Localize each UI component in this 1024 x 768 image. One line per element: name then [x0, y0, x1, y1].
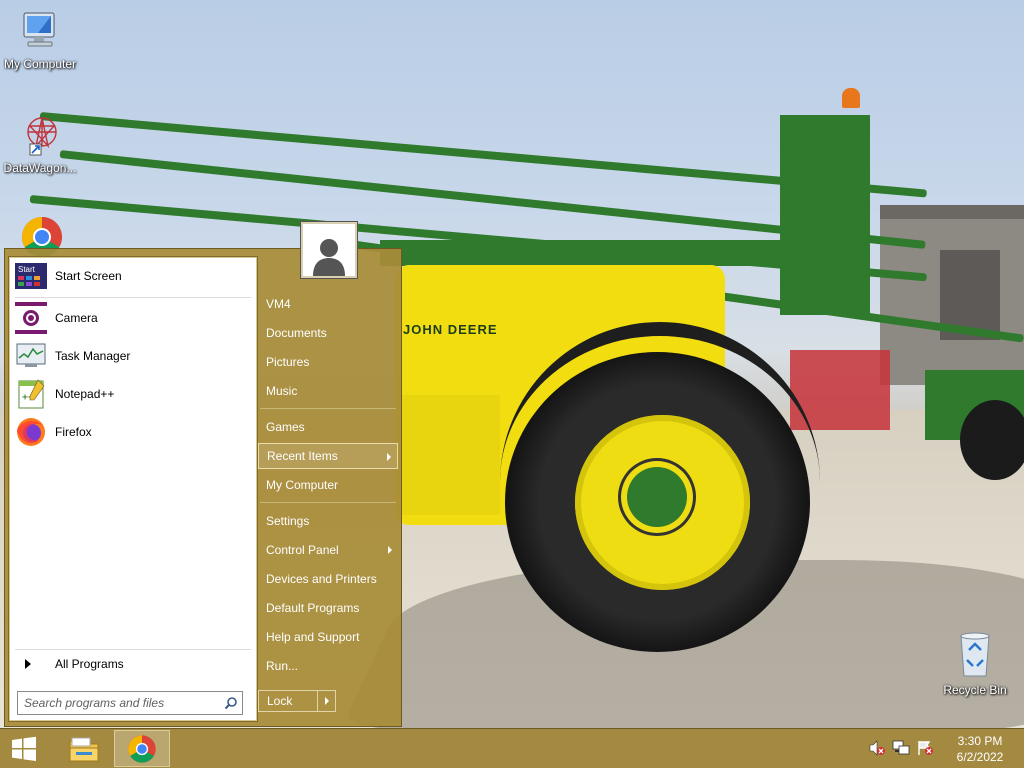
music-link[interactable]: Music — [258, 378, 398, 404]
submenu-arrow-icon — [388, 546, 392, 554]
desktop-icon-my-computer[interactable]: My Computer — [0, 10, 80, 71]
lock-options-button[interactable] — [318, 690, 336, 712]
all-programs-label: All Programs — [55, 657, 124, 671]
games-link[interactable]: Games — [258, 414, 398, 440]
system-tray — [868, 739, 934, 760]
start-menu: Start Start Screen Camera Task Manager +… — [4, 222, 402, 727]
my-computer-icon — [0, 10, 80, 55]
desktop-icon-label: My Computer — [3, 57, 77, 71]
documents-link[interactable]: Documents — [258, 320, 398, 346]
program-label: Task Manager — [55, 349, 131, 363]
pictures-link[interactable]: Pictures — [258, 349, 398, 375]
taskbar-clock[interactable]: 3:30 PM 6/2/2022 — [936, 733, 1024, 765]
program-label: Notepad++ — [55, 387, 115, 401]
settings-link[interactable]: Settings — [258, 508, 398, 534]
run-link[interactable]: Run... — [258, 653, 398, 679]
start-button[interactable] — [0, 729, 48, 768]
user-folder-link[interactable]: VM4 — [258, 291, 398, 317]
my-computer-label: My Computer — [266, 478, 339, 492]
program-task-manager[interactable]: Task Manager — [15, 339, 251, 373]
program-label: Firefox — [55, 425, 92, 439]
devices-printers-link[interactable]: Devices and Printers — [258, 566, 398, 592]
lock-button[interactable]: Lock — [258, 690, 318, 712]
default-programs-label: Default Programs — [266, 601, 360, 615]
submenu-arrow-icon — [387, 453, 391, 461]
user-name-label: VM4 — [266, 297, 291, 311]
wallpaper-tank-lower — [400, 395, 500, 515]
devices-printers-label: Devices and Printers — [266, 572, 377, 586]
taskbar-file-explorer[interactable] — [56, 730, 112, 767]
separator — [260, 408, 396, 409]
clock-time: 3:30 PM — [957, 734, 1003, 748]
settings-label: Settings — [266, 514, 310, 528]
wallpaper-beacon — [842, 88, 860, 108]
documents-label: Documents — [266, 326, 327, 340]
separator — [15, 297, 251, 298]
notepad-plus-plus-icon: ++ — [15, 379, 47, 409]
help-support-label: Help and Support — [266, 630, 360, 644]
lock-label: Lock — [267, 694, 293, 708]
separator — [260, 502, 396, 503]
control-panel-label: Control Panel — [266, 543, 339, 557]
games-label: Games — [266, 420, 305, 434]
pictures-label: Pictures — [266, 355, 310, 369]
desktop-icon-label: Recycle Bin — [943, 683, 1007, 697]
search-icon[interactable] — [220, 692, 242, 714]
program-label: Camera — [55, 311, 98, 325]
clock-date: 6/2/2022 — [956, 750, 1004, 764]
arrow-right-icon — [324, 697, 329, 705]
file-explorer-icon — [69, 737, 99, 761]
start-menu-programs-pane: Start Start Screen Camera Task Manager +… — [8, 256, 258, 722]
windows-logo-icon — [12, 736, 36, 761]
firefox-icon — [15, 418, 47, 446]
user-avatar[interactable] — [301, 222, 357, 278]
recent-items-label: Recent Items — [267, 449, 338, 463]
recycle-bin-icon — [935, 630, 1015, 681]
wallpaper-brand-text: JOHN DEERE — [403, 322, 498, 337]
task-manager-icon — [15, 342, 47, 370]
my-computer-link[interactable]: My Computer — [258, 472, 398, 498]
desktop-icon-recycle-bin[interactable]: Recycle Bin — [935, 630, 1015, 697]
search-box[interactable] — [17, 691, 243, 715]
program-notepad-plus-plus[interactable]: ++ Notepad++ — [15, 377, 251, 411]
music-label: Music — [266, 384, 298, 398]
all-programs-button[interactable]: All Programs — [15, 652, 251, 676]
user-silhouette-icon — [307, 232, 351, 276]
volume-muted-icon[interactable] — [868, 739, 886, 760]
wallpaper-mast — [780, 115, 870, 315]
run-label: Run... — [266, 659, 299, 673]
datawagon-icon — [0, 112, 80, 159]
separator — [15, 649, 251, 650]
program-start-screen[interactable]: Start Start Screen — [15, 259, 251, 293]
chrome-icon — [128, 734, 156, 763]
start-tile-text: Start — [18, 265, 36, 274]
program-firefox[interactable]: Firefox — [15, 415, 251, 449]
wallpaper-frame — [380, 240, 800, 266]
start-screen-icon: Start — [15, 262, 47, 290]
taskbar: 3:30 PM 6/2/2022 — [0, 728, 1024, 768]
camera-icon — [15, 302, 47, 334]
program-label: Start Screen — [55, 269, 122, 283]
desktop-icon-label: DataWagon... — [3, 161, 77, 175]
taskbar-chrome[interactable] — [114, 730, 170, 767]
recent-items-link[interactable]: Recent Items — [258, 443, 398, 469]
desktop-icon-datawagon[interactable]: DataWagon... — [0, 112, 80, 175]
program-camera[interactable]: Camera — [15, 301, 251, 335]
arrow-right-icon — [25, 659, 31, 669]
network-icon[interactable] — [892, 739, 910, 760]
default-programs-link[interactable]: Default Programs — [258, 595, 398, 621]
wallpaper-far-tire — [960, 400, 1024, 480]
help-support-link[interactable]: Help and Support — [258, 624, 398, 650]
wallpaper-hub — [627, 467, 687, 527]
search-input[interactable] — [18, 693, 220, 713]
control-panel-link[interactable]: Control Panel — [258, 537, 398, 563]
action-center-icon[interactable] — [916, 739, 934, 760]
